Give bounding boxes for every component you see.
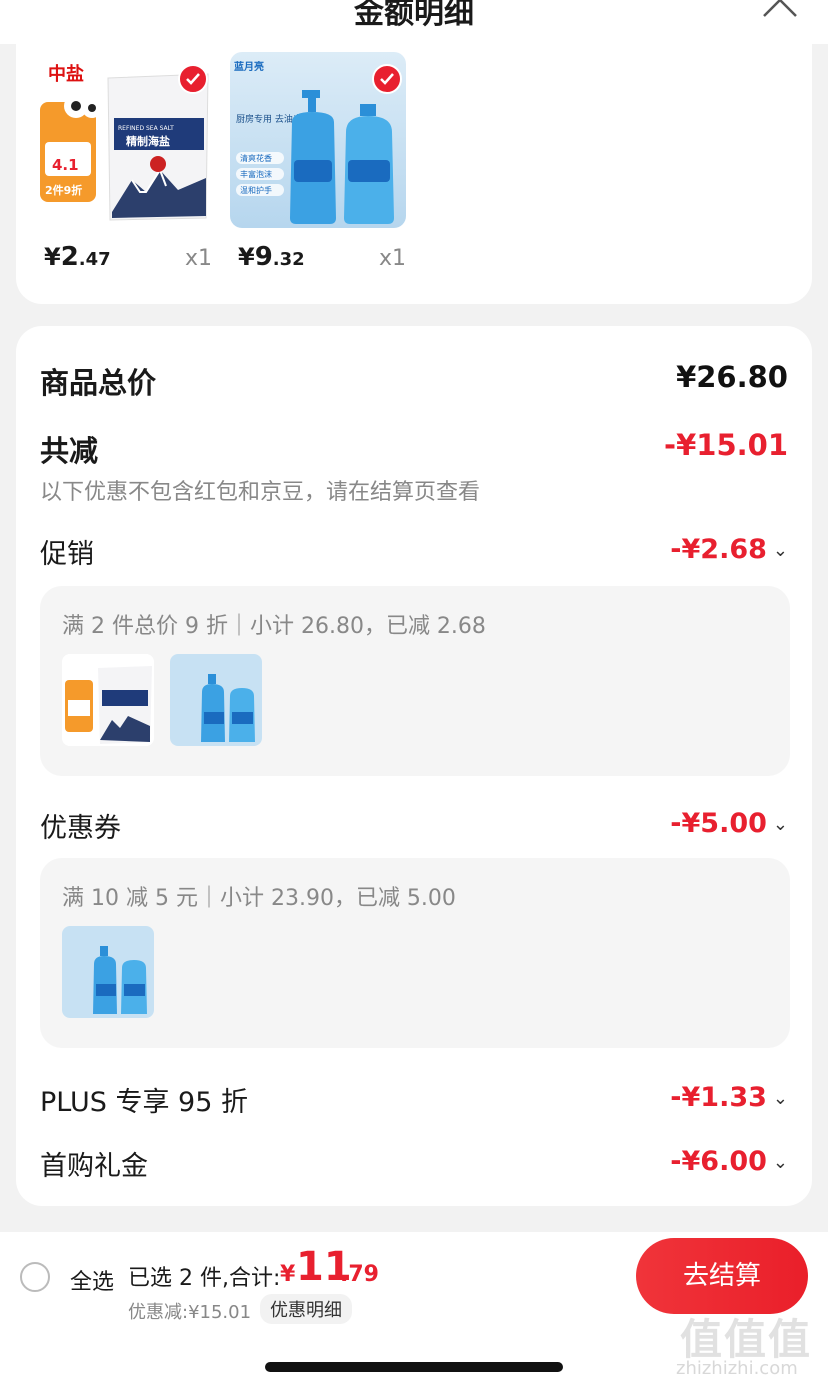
product-item-salt[interactable]: 4.1 2件9折 中盐 REFINED SEA SALT 精制海盐 ¥2.47 …: [36, 52, 212, 272]
salt-pkg-en: REFINED SEA SALT: [118, 125, 174, 132]
coupon-thumb-handwash[interactable]: [62, 926, 154, 1018]
selected-check-icon[interactable]: [178, 64, 208, 94]
plus-discount-label: PLUS 专享 95 折: [40, 1087, 248, 1118]
salt-promo-price: 4.1: [52, 156, 79, 174]
discount-summary: 优惠减:¥15.01: [128, 1302, 252, 1323]
chevron-down-icon[interactable]: ⌄: [773, 1088, 788, 1109]
first-buy-value[interactable]: -¥6.00 ⌄: [670, 1146, 788, 1177]
discount-note: 以下优惠不包含红包和京豆，请在结算页查看: [40, 480, 481, 505]
header: 金额明细: [0, 0, 828, 44]
product-quantity: x1: [184, 246, 212, 271]
salt-promo-deal: 2件9折: [45, 183, 82, 197]
product-price: ¥2.47: [44, 242, 111, 272]
product-card: 4.1 2件9折 中盐 REFINED SEA SALT 精制海盐 ¥2.47 …: [16, 44, 812, 304]
coupon-detail-text: 满 10 减 5 元｜小计 23.90，已减 5.00: [62, 886, 456, 911]
product-price: ¥9.32: [238, 242, 305, 272]
checkout-bar: 全选 已选 2 件,合计: ¥ 11 .79 优惠减:¥15.01 优惠明细 去…: [0, 1232, 828, 1388]
handwash-tag-2: 温和护手: [240, 185, 272, 195]
watermark-url: zhizhizhi.com: [676, 1358, 798, 1379]
close-icon[interactable]: [762, 0, 798, 18]
page-title: 金额明细: [354, 0, 474, 31]
chevron-down-icon[interactable]: ⌄: [773, 540, 788, 561]
product-quantity: x1: [378, 246, 406, 271]
chevron-down-icon[interactable]: ⌄: [773, 814, 788, 835]
promotion-thumb-handwash[interactable]: [170, 654, 262, 746]
total-reduce-label: 共减: [40, 434, 99, 468]
product-image-salt[interactable]: 4.1 2件9折 中盐 REFINED SEA SALT 精制海盐: [36, 52, 212, 228]
coupon-label: 优惠券: [40, 813, 121, 844]
product-item-handwash[interactable]: 蓝月亮 厨房专用 去油去油腻 清爽花香 丰富泡沫 温和护手 ¥9.32 x1: [230, 52, 406, 272]
promotion-value[interactable]: -¥2.68 ⌄: [670, 534, 788, 565]
coupon-detail-box: 满 10 减 5 元｜小计 23.90，已减 5.00: [40, 858, 790, 1048]
promotion-thumb-salt[interactable]: [62, 654, 154, 746]
select-all-label[interactable]: 全选: [70, 1264, 114, 1296]
select-all-radio[interactable]: [20, 1262, 50, 1292]
selected-count-text: 已选 2 件,合计:: [128, 1266, 281, 1291]
price-detail-card: 商品总价 ¥26.80 共减 -¥15.01 以下优惠不包含红包和京豆，请在结算…: [16, 326, 812, 1206]
handwash-tag-1: 丰富泡沫: [240, 169, 272, 179]
handwash-tag-0: 清爽花香: [240, 153, 272, 163]
total-reduce-value: -¥15.01: [664, 428, 788, 462]
chevron-down-icon[interactable]: ⌄: [773, 1152, 788, 1173]
promotion-detail-text: 满 2 件总价 9 折｜小计 26.80，已减 2.68: [62, 614, 486, 639]
coupon-value[interactable]: -¥5.00 ⌄: [670, 808, 788, 839]
home-indicator[interactable]: [265, 1362, 563, 1372]
total-price-label: 商品总价: [40, 366, 157, 400]
handwash-brand-logo: 蓝月亮: [234, 60, 264, 73]
product-image-handwash[interactable]: 蓝月亮 厨房专用 去油去油腻 清爽花香 丰富泡沫 温和护手: [230, 52, 406, 228]
plus-discount-value[interactable]: -¥1.33 ⌄: [670, 1082, 788, 1113]
discount-detail-button[interactable]: 优惠明细: [260, 1294, 352, 1324]
promotion-label: 促销: [40, 539, 94, 570]
selected-check-icon[interactable]: [372, 64, 402, 94]
total-price-value: ¥26.80: [676, 360, 788, 394]
salt-pkg-cn: 精制海盐: [126, 134, 170, 148]
promotion-detail-box: 满 2 件总价 9 折｜小计 26.80，已减 2.68: [40, 586, 790, 776]
total-currency: ¥: [280, 1262, 296, 1287]
salt-brand-logo: 中盐: [48, 63, 84, 85]
checkout-button[interactable]: 去结算: [636, 1238, 808, 1314]
total-amount-decimal: .79: [340, 1262, 379, 1287]
first-buy-label: 首购礼金: [40, 1151, 148, 1182]
